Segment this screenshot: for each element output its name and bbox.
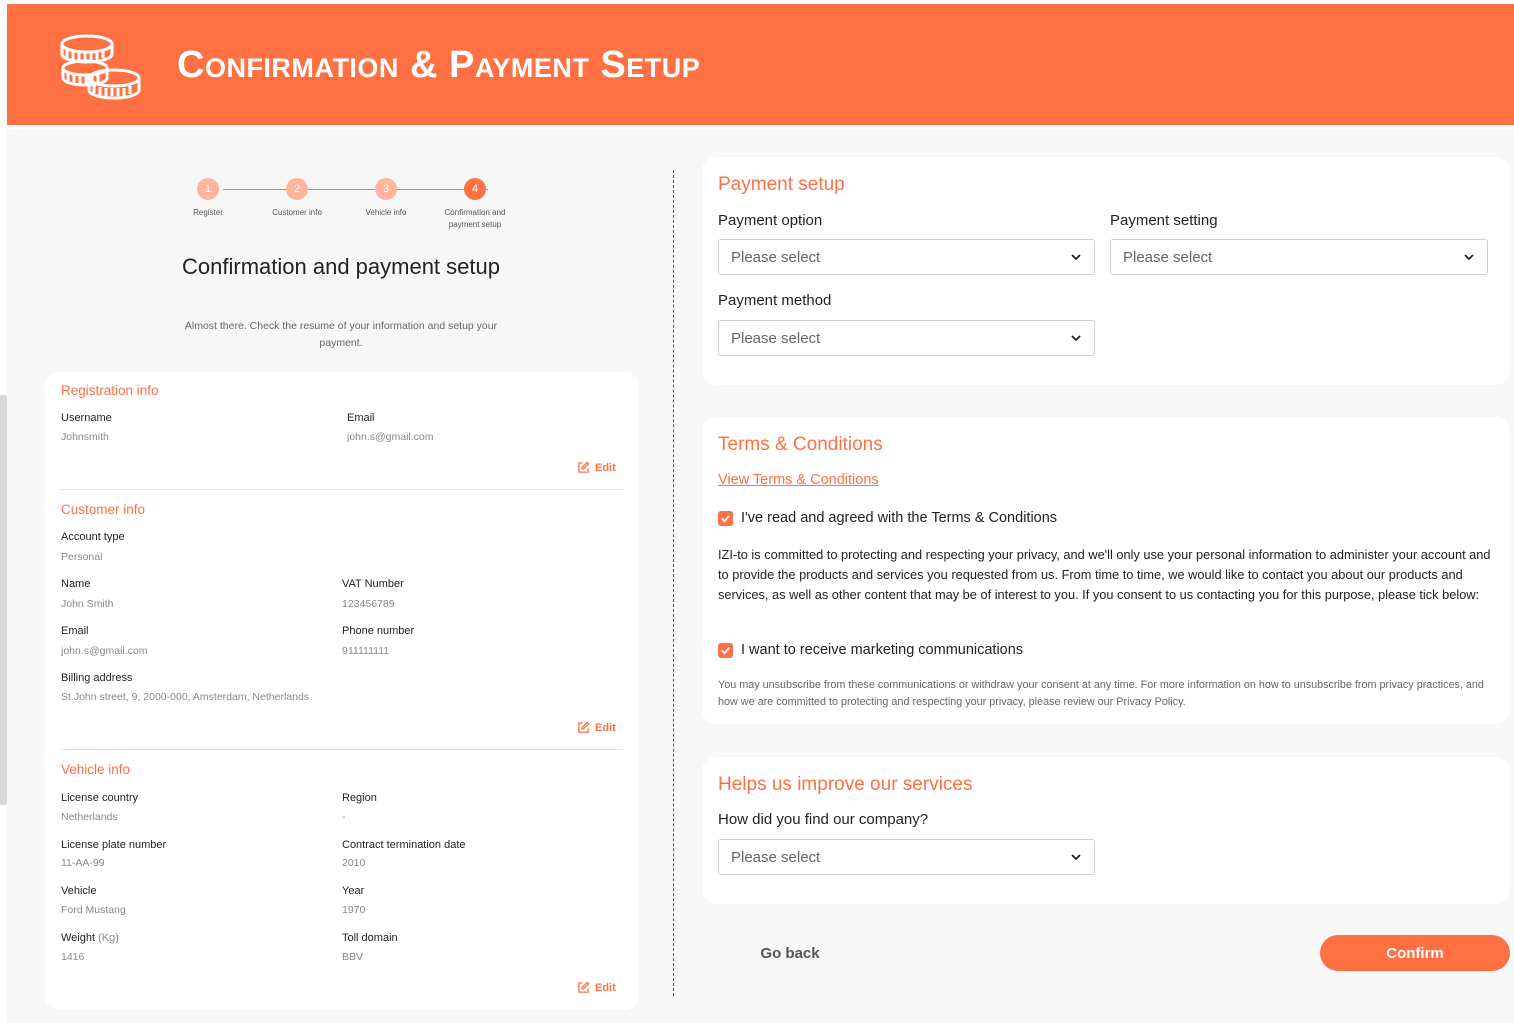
year-value: 1970 [342,904,366,916]
step-label: Register [193,208,223,217]
page-header-title: Confirmation & Payment Setup [177,44,701,86]
privacy-text: IZI-to is committed to protecting and re… [718,547,1491,602]
column-divider [673,170,674,996]
vehicle-info-title: Vehicle info [61,762,131,777]
left-shadow [0,395,7,805]
edit-label: Edit [595,461,616,474]
unsubscribe-text: You may unsubscribe from these communica… [718,679,1484,708]
username-label: Username [61,412,112,424]
edit-icon [578,721,590,733]
email-value: john.s@gmail.com [347,431,434,443]
payment-method-select[interactable]: Please select [718,320,1095,356]
payment-setup-title: Payment setup [718,174,845,195]
edit-label: Edit [595,721,616,734]
plate-value: 11-AA-99 [61,857,105,869]
vat-value: 123456789 [342,598,395,610]
step-vehicle-info: 3 Vehicle info [341,178,431,219]
phone-value: 911111111 [342,645,390,657]
divider [60,489,623,490]
payment-setting-label: Payment setting [1110,212,1218,229]
region-value: - [342,811,346,823]
registration-info-title: Registration info [61,383,159,398]
improve-title: Helps us improve our services [718,774,973,795]
progress-stepper: 1 Register 2 Customer info 3 Vehicle inf… [178,178,528,238]
toll-value: BBV [342,951,364,963]
toll-label: Toll domain [342,932,398,944]
account-type-label: Account type [61,531,125,543]
find-company-select[interactable]: Please select [718,839,1095,875]
coins-icon [60,34,141,100]
weight-unit: (Kg) [98,932,119,944]
step-label: Customer info [272,208,322,217]
page-header: Confirmation & Payment Setup [7,4,1514,125]
page-subtitle: Almost there. Check the resume of your i… [184,320,498,349]
name-label: Name [61,578,91,590]
check-icon [721,647,730,655]
chevron-down-icon [1071,335,1081,342]
divider [60,749,623,750]
contract-value: 2010 [342,857,366,869]
terms-title: Terms & Conditions [718,434,883,455]
phone-label: Phone number [342,625,415,637]
vehicle-label: Vehicle [61,885,97,897]
region-label: Region [342,792,377,804]
step-customer-info: 2 Customer info [252,178,342,219]
edit-registration-button[interactable]: Edit [577,461,616,474]
year-label: Year [342,885,365,897]
edit-label: Edit [595,981,616,994]
edit-customer-button[interactable]: Edit [577,721,616,734]
payment-setting-select[interactable]: Please select [1110,239,1488,275]
confirm-button[interactable]: Confirm [1320,935,1510,971]
step-label: Vehicle info [365,208,407,217]
weight-value: 1416 [61,951,85,963]
edit-icon [578,461,590,473]
step-dot: 3 [375,178,397,200]
plate-label: License plate number [61,839,167,851]
weight-label-text: Weight [61,932,96,944]
select-value: Please select [731,848,821,866]
customer-email-label: Email [61,625,89,637]
license-country-label: License country [61,792,139,804]
chevron-down-icon [1071,254,1081,261]
go-back-button[interactable]: Go back [720,935,860,971]
select-value: Please select [731,329,821,347]
chevron-down-icon [1464,254,1474,261]
agree-terms-checkbox[interactable] [718,511,733,526]
agree-terms-label: I've read and agreed with the Terms & Co… [741,510,1058,526]
billing-value: St.John street, 9, 2000-000, Amsterdam, … [61,691,310,703]
page-title: Confirmation and payment setup [182,254,500,279]
step-dot: 2 [286,178,308,200]
payment-method-label: Payment method [718,292,832,309]
edit-vehicle-button[interactable]: Edit [577,981,616,994]
step-label: Confirmation and payment setup [444,208,506,229]
check-icon [721,515,730,523]
payment-option-label: Payment option [718,212,823,229]
vehicle-value: Ford Mustang [61,904,126,916]
vat-label: VAT Number [342,578,404,590]
edit-icon [578,981,590,993]
marketing-checkbox[interactable] [718,643,733,658]
weight-label: Weight (Kg) [61,932,119,944]
step-register: 1 Register [163,178,253,219]
account-type-value: Personal [61,551,103,563]
username-value: Johnsmith [61,431,109,443]
email-label: Email [347,412,375,424]
contract-label: Contract termination date [342,839,466,851]
payment-option-select[interactable]: Please select [718,239,1095,275]
select-value: Please select [731,248,821,266]
step-dot: 1 [197,178,219,200]
select-value: Please select [1123,248,1213,266]
customer-email-value: john.s@gmail.com [61,645,148,657]
license-country-value: Netherlands [61,811,118,823]
billing-label: Billing address [61,672,133,684]
view-terms-link[interactable]: View Terms & Conditions [718,472,879,488]
customer-info-title: Customer info [61,502,146,517]
step-confirmation: 4 Confirmation and payment setup [430,178,520,231]
marketing-label: I want to receive marketing communicatio… [741,642,1024,658]
name-value: John Smith [61,598,114,610]
chevron-down-icon [1071,854,1081,861]
find-company-label: How did you find our company? [718,811,929,828]
step-dot: 4 [464,178,486,200]
